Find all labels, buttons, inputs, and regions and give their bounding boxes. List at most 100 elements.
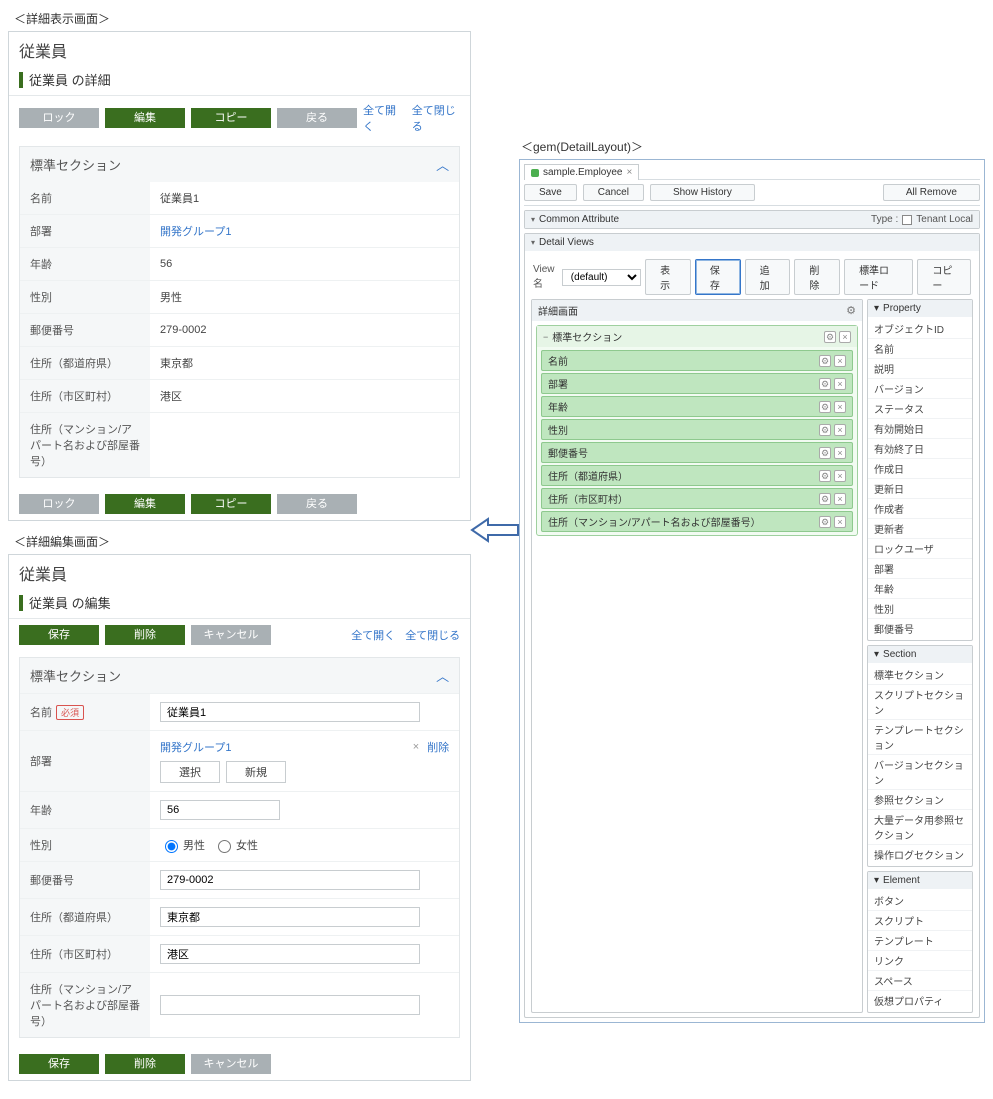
cancel-button[interactable]: Cancel [583, 184, 644, 201]
view-select[interactable]: (default) [562, 269, 641, 286]
gender-female-radio[interactable]: 女性 [213, 837, 258, 853]
palette-item[interactable]: 有効終了日 [868, 439, 972, 459]
delete-button[interactable]: 削除 [105, 1054, 185, 1074]
palette-item[interactable]: 作成日 [868, 459, 972, 479]
save-view-button[interactable]: 保存 [695, 259, 741, 295]
gear-icon[interactable]: ⚙ [819, 401, 831, 413]
gear-icon[interactable]: ⚙ [819, 378, 831, 390]
palette-item[interactable]: 参照セクション [868, 790, 972, 810]
dept-link[interactable]: 開発グループ1 [160, 739, 231, 755]
copy-view-button[interactable]: コピー [917, 259, 971, 295]
palette-item[interactable]: 部署 [868, 559, 972, 579]
copy-button[interactable]: コピー [191, 108, 271, 128]
lock-button[interactable]: ロック [19, 494, 99, 514]
gear-icon[interactable]: ⚙ [819, 516, 831, 528]
detail-views-accordion[interactable]: ▾ Detail Views [525, 234, 979, 251]
close-icon[interactable]: × [834, 493, 846, 505]
name-input[interactable] [160, 702, 420, 722]
palette-item[interactable]: 性別 [868, 599, 972, 619]
palette-item[interactable]: リンク [868, 951, 972, 971]
collapse-all-link[interactable]: 全て閉じる [405, 627, 460, 643]
layout-property[interactable]: 住所（都道府県）⚙× [541, 465, 853, 486]
create-ref-button[interactable]: 新規 [226, 761, 286, 783]
palette-item[interactable]: スクリプト [868, 911, 972, 931]
palette-item[interactable]: 更新日 [868, 479, 972, 499]
cancel-button[interactable]: キャンセル [191, 1054, 271, 1074]
collapse-all-link[interactable]: 全て閉じる [412, 102, 460, 134]
palette-item[interactable]: 作成者 [868, 499, 972, 519]
close-icon[interactable]: × [834, 447, 846, 459]
save-button[interactable]: 保存 [19, 1054, 99, 1074]
close-icon[interactable]: × [839, 331, 851, 343]
palette-item[interactable]: テンプレート [868, 931, 972, 951]
palette-item[interactable]: 更新者 [868, 519, 972, 539]
layout-property[interactable]: 年齢⚙× [541, 396, 853, 417]
section-header[interactable]: 標準セクション ︿ [20, 658, 459, 693]
age-input[interactable] [160, 800, 280, 820]
zip-input[interactable] [160, 870, 420, 890]
select-ref-button[interactable]: 選択 [160, 761, 220, 783]
edit-button[interactable]: 編集 [105, 108, 185, 128]
palette-item[interactable]: テンプレートセクション [868, 720, 972, 755]
palette-item[interactable]: スペース [868, 971, 972, 991]
layout-property[interactable]: 性別⚙× [541, 419, 853, 440]
layout-section[interactable]: − 標準セクション ⚙ × 名前⚙×部署⚙×年齢⚙×性別⚙×郵便番号⚙×住所（都… [536, 325, 858, 536]
expand-all-link[interactable]: 全て開く [363, 102, 402, 134]
cancel-button[interactable]: キャンセル [191, 625, 271, 645]
palette-item[interactable]: 有効開始日 [868, 419, 972, 439]
back-button[interactable]: 戻る [277, 494, 357, 514]
gear-icon[interactable]: ⚙ [819, 424, 831, 436]
close-icon[interactable]: × [834, 424, 846, 436]
close-icon[interactable]: × [834, 516, 846, 528]
all-remove-button[interactable]: All Remove [883, 184, 980, 201]
section-header[interactable]: 標準セクション ︿ [20, 147, 459, 182]
field-value[interactable]: 開発グループ1 [150, 215, 459, 247]
remove-ref-button[interactable]: 削除 [427, 739, 449, 755]
gear-icon[interactable]: ⚙ [819, 355, 831, 367]
save-button[interactable]: Save [524, 184, 577, 201]
layout-property[interactable]: 名前⚙× [541, 350, 853, 371]
palette-item[interactable]: バージョン [868, 379, 972, 399]
add-view-button[interactable]: 追加 [745, 259, 791, 295]
gear-icon[interactable]: ⚙ [846, 304, 856, 317]
gear-icon[interactable]: ⚙ [819, 447, 831, 459]
close-icon[interactable]: × [834, 401, 846, 413]
edit-button[interactable]: 編集 [105, 494, 185, 514]
palette-item[interactable]: ロックユーザ [868, 539, 972, 559]
palette-item[interactable]: 大量データ用参照セクション [868, 810, 972, 845]
close-icon[interactable]: × [834, 470, 846, 482]
palette-item[interactable]: 操作ログセクション [868, 845, 972, 864]
back-button[interactable]: 戻る [277, 108, 357, 128]
remove-icon[interactable]: × [413, 741, 419, 753]
palette-item[interactable]: バージョンセクション [868, 755, 972, 790]
palette-item[interactable]: 年齢 [868, 579, 972, 599]
palette-item[interactable]: 名前 [868, 339, 972, 359]
city-input[interactable] [160, 944, 420, 964]
gender-male-radio[interactable]: 男性 [160, 837, 205, 853]
palette-element-header[interactable]: ▾Element [868, 872, 972, 889]
delete-button[interactable]: 削除 [105, 625, 185, 645]
gear-icon[interactable]: ⚙ [824, 331, 836, 343]
layout-property[interactable]: 住所（市区町村）⚙× [541, 488, 853, 509]
palette-item[interactable]: ボタン [868, 891, 972, 911]
close-icon[interactable]: × [834, 378, 846, 390]
palette-item[interactable]: 郵便番号 [868, 619, 972, 638]
palette-property-header[interactable]: ▾Property [868, 300, 972, 317]
layout-property[interactable]: 部署⚙× [541, 373, 853, 394]
layout-property[interactable]: 郵便番号⚙× [541, 442, 853, 463]
expand-all-link[interactable]: 全て開く [351, 627, 395, 643]
room-input[interactable] [160, 995, 420, 1015]
palette-item[interactable]: 標準セクション [868, 665, 972, 685]
close-icon[interactable]: × [834, 355, 846, 367]
pref-input[interactable] [160, 907, 420, 927]
palette-item[interactable]: ステータス [868, 399, 972, 419]
show-view-button[interactable]: 表示 [645, 259, 691, 295]
lock-button[interactable]: ロック [19, 108, 99, 128]
copy-button[interactable]: コピー [191, 494, 271, 514]
layout-property[interactable]: 住所（マンション/アパート名および部屋番号）⚙× [541, 511, 853, 532]
std-load-button[interactable]: 標準ロード [844, 259, 913, 295]
common-attribute-accordion[interactable]: ▾ Common Attribute Type : Tenant Local [525, 211, 979, 228]
collapse-icon[interactable]: − [543, 332, 548, 342]
show-history-button[interactable]: Show History [650, 184, 755, 201]
palette-item[interactable]: オブジェクトID [868, 319, 972, 339]
